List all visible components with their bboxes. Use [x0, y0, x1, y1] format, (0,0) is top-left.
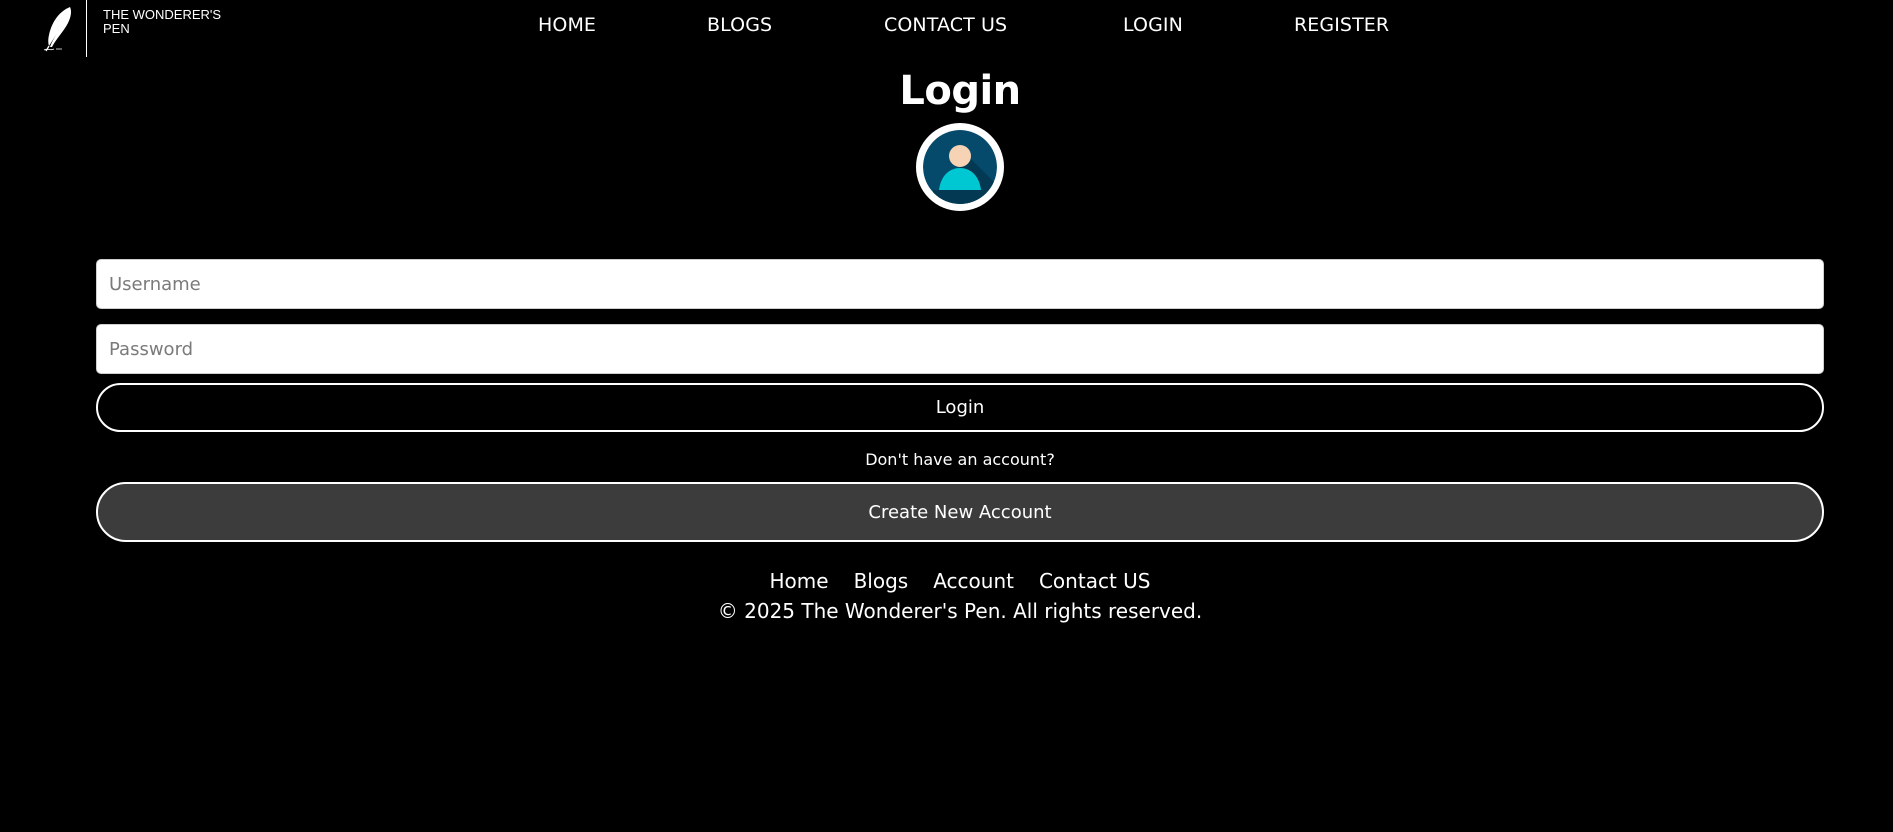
no-account-text: Don't have an account?: [865, 450, 1055, 469]
user-avatar-icon: [923, 130, 997, 204]
username-input[interactable]: [96, 259, 1824, 309]
nav-register[interactable]: REGISTER: [1294, 14, 1389, 36]
footer-link-home[interactable]: Home: [770, 569, 829, 593]
login-button[interactable]: Login: [96, 383, 1824, 432]
footer-link-blogs[interactable]: Blogs: [854, 569, 909, 593]
nav-contact-us[interactable]: CONTACT US: [884, 14, 1007, 36]
brand-name: THE WONDERER'S PEN: [103, 6, 222, 36]
copyright-text: © 2025 The Wonderer's Pen. All rights re…: [717, 599, 1203, 623]
brand-divider: [86, 0, 87, 57]
footer-link-account[interactable]: Account: [933, 569, 1014, 593]
nav-blogs[interactable]: BLOGS: [707, 14, 772, 36]
login-page: THE WONDERER'S PEN HOME BLOGS CONTACT US…: [0, 0, 1893, 832]
feather-quill-icon: [43, 6, 72, 51]
password-input[interactable]: [96, 324, 1824, 374]
nav-login[interactable]: LOGIN: [1123, 14, 1183, 36]
create-account-button[interactable]: Create New Account: [96, 482, 1824, 542]
footer-link-contact-us[interactable]: Contact US: [1039, 569, 1151, 593]
footer-links: Home Blogs Account Contact US: [0, 569, 1893, 593]
page-title: Login: [899, 68, 1021, 114]
nav-home[interactable]: HOME: [538, 14, 596, 36]
brand[interactable]: THE WONDERER'S PEN: [40, 0, 233, 57]
avatar: [916, 123, 1004, 211]
